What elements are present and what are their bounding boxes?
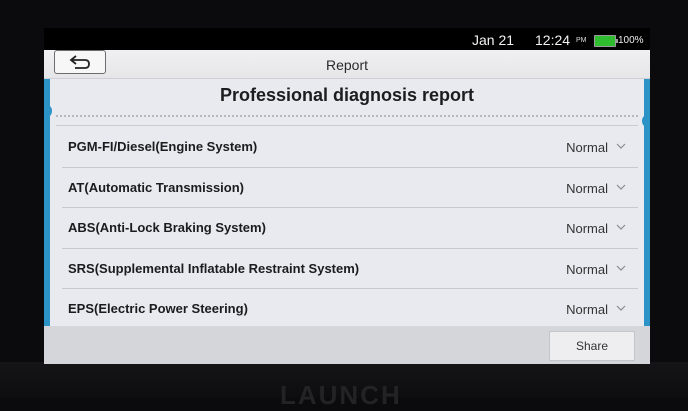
status-time: 12:24 — [535, 32, 571, 48]
battery-icon — [594, 35, 618, 47]
list-item[interactable]: ABS(Anti-Lock Braking System) Normal — [62, 208, 638, 249]
report-heading: Professional diagnosis report — [219, 85, 475, 105]
chevron-down-icon[interactable] — [616, 184, 626, 190]
system-list: PGM-FI/Diesel(Engine System) Normal AT(A… — [50, 127, 644, 329]
system-name: PGM-FI/Diesel(Engine System) — [68, 139, 258, 154]
system-name: EPS(Electric Power Steering) — [68, 301, 248, 317]
right-rail-notch — [642, 114, 650, 128]
report-panel: Professional diagnosis report PGM-FI/Die… — [44, 79, 650, 326]
chevron-down-icon[interactable] — [616, 224, 626, 231]
title-bar: Report — [44, 50, 650, 79]
share-button[interactable]: Share — [549, 331, 635, 361]
list-item[interactable]: PGM-FI/Diesel(Engine System) Normal — [62, 127, 638, 168]
chevron-down-icon[interactable] — [616, 305, 626, 312]
system-status: Normal — [566, 261, 608, 277]
left-rail-notch — [44, 104, 52, 118]
system-status: Normal — [566, 180, 608, 196]
device-brand-logo: LAUNCH — [280, 380, 402, 410]
dotted-divider — [56, 115, 638, 117]
battery-percent: 100% — [618, 35, 644, 46]
system-status: Normal — [566, 302, 608, 318]
status-bar: Jan 21 12:24 PM 100% — [44, 28, 650, 50]
system-status: Normal — [566, 140, 608, 155]
list-item[interactable]: SRS(Supplemental Inflatable Restraint Sy… — [62, 249, 638, 290]
status-date: Jan 21 — [472, 32, 515, 48]
list-item[interactable]: AT(Automatic Transmission) Normal — [62, 168, 638, 209]
chevron-down-icon[interactable] — [616, 265, 626, 271]
system-name: SRS(Supplemental Inflatable Restraint Sy… — [68, 260, 360, 276]
divider — [56, 125, 638, 126]
system-name: ABS(Anti-Lock Braking System) — [68, 220, 266, 236]
status-ampm: PM — [576, 37, 587, 44]
footer-bar: Share — [44, 326, 650, 364]
page-title: Report — [325, 57, 369, 73]
system-name: AT(Automatic Transmission) — [68, 179, 245, 195]
system-status: Normal — [566, 221, 608, 237]
chevron-down-icon[interactable] — [616, 143, 626, 149]
tablet-screen: Jan 21 12:24 PM 100% Report Professional… — [44, 28, 650, 364]
list-item[interactable]: EPS(Electric Power Steering) Normal — [62, 289, 638, 329]
